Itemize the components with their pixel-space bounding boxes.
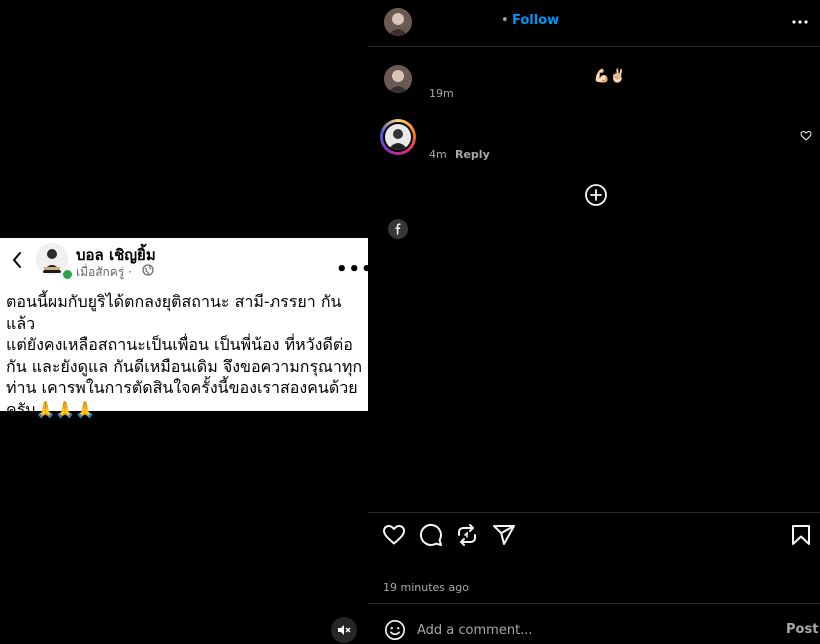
- online-status-dot: [61, 268, 74, 281]
- facebook-icon: [388, 219, 408, 239]
- fb-post-text: ตอนนี้ผมกับยูริได้ตกลงยุติสถานะ สามี-ภรร…: [6, 292, 363, 419]
- comment-avatar[interactable]: [384, 65, 412, 93]
- comment-body: uri_sukanda ตามนี้ค่ะ จบ 💪🏻✌🏻: [428, 65, 626, 86]
- globe-icon: [142, 264, 154, 276]
- header-divider: [368, 46, 820, 47]
- repost-icon[interactable]: [455, 523, 479, 547]
- comment-avatar[interactable]: [383, 122, 413, 152]
- like-comment-heart-icon[interactable]: [800, 130, 812, 142]
- post-button[interactable]: Post: [786, 622, 818, 637]
- facebook-comments-note: This reel has 109 comments from Facebook…: [426, 221, 714, 236]
- speaker-muted-icon: [338, 625, 351, 635]
- more-horizontal-icon[interactable]: [790, 12, 810, 32]
- comment-username[interactable]: uri_sukanda: [428, 69, 516, 84]
- header-separator: •: [501, 13, 509, 28]
- actions-divider: [368, 512, 820, 513]
- reply-button[interactable]: Reply: [455, 148, 490, 161]
- posted-time: 19 minutes ago: [383, 581, 469, 594]
- bookmark-icon[interactable]: [789, 523, 813, 547]
- composer-divider: [368, 603, 820, 604]
- comment-time: 19m: [429, 87, 454, 100]
- comment-time: 4m: [429, 148, 447, 161]
- comment-input[interactable]: [417, 620, 757, 640]
- header-avatar[interactable]: [384, 8, 412, 36]
- comment-text: ตามนี้ค่ะ จบ 💪🏻✌🏻: [520, 69, 626, 84]
- back-arrow-icon: [13, 252, 21, 268]
- heart-icon[interactable]: [382, 523, 406, 547]
- follow-button[interactable]: Follow: [512, 13, 559, 28]
- mute-button[interactable]: [331, 617, 357, 643]
- share-icon[interactable]: [492, 523, 516, 547]
- emoji-icon[interactable]: [384, 619, 406, 641]
- fb-post-time: เมื่อสักครู่ ·: [76, 265, 132, 279]
- comment-username[interactable]: tuanotenan15: [428, 124, 531, 139]
- likes-count[interactable]: 2,514 likes: [383, 562, 462, 577]
- comment-icon[interactable]: [419, 523, 443, 547]
- plus-circle-icon[interactable]: [584, 183, 608, 207]
